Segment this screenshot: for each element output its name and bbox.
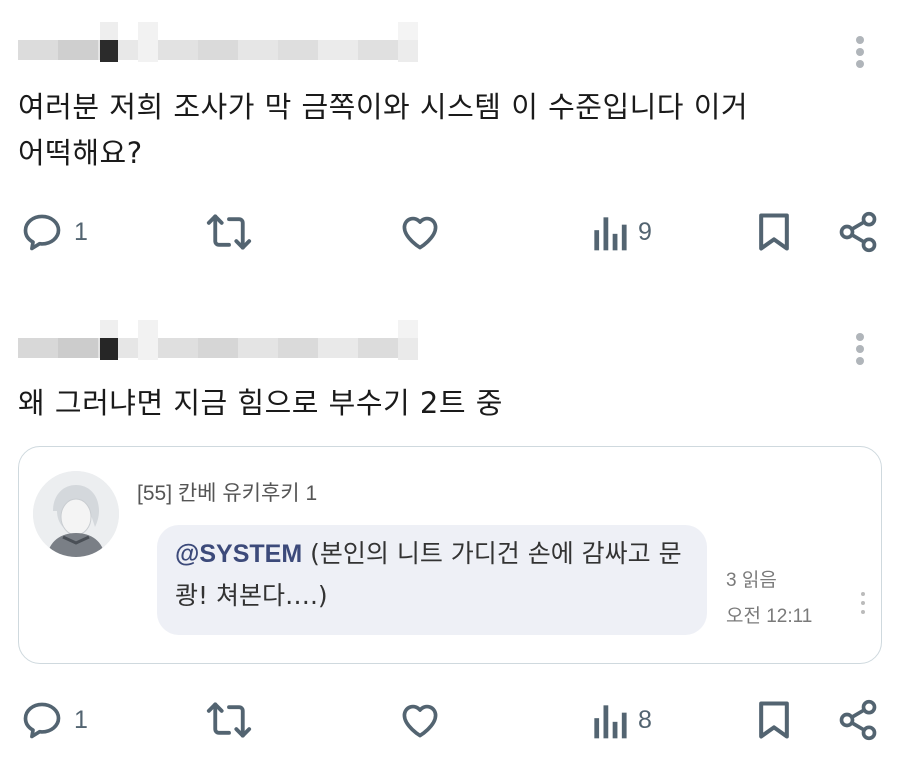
avatar	[33, 471, 119, 557]
retweet-icon	[205, 698, 253, 742]
reply-bubble-icon	[20, 698, 64, 742]
analytics-bars-icon	[590, 210, 628, 254]
post-text: 여러분 저희 조사가 막 금쪽이와 시스템 이 수준입니다 이거 어떡해요?	[18, 90, 749, 170]
bookmark-button[interactable]	[752, 690, 796, 750]
views-count: 9	[638, 217, 652, 246]
embedded-chat-image[interactable]: [55] 칸베 유키후키 1 @SYSTEM (본인의 니트 가디건 손에 감싸…	[18, 446, 882, 664]
reply-button[interactable]: 1	[20, 202, 88, 262]
like-button[interactable]	[397, 202, 443, 262]
share-icon	[836, 698, 880, 742]
reply-bubble-icon	[20, 210, 64, 254]
heart-icon	[397, 698, 443, 742]
like-button[interactable]	[397, 690, 443, 750]
chat-sender-name: [55] 칸베 유키후키 1	[137, 482, 318, 505]
bookmark-icon	[752, 698, 796, 742]
message-time: 오전 12:11	[726, 606, 813, 627]
retweet-button[interactable]	[205, 690, 253, 750]
analytics-bars-icon	[590, 698, 628, 742]
chat-bubble: @SYSTEM (본인의 니트 가디건 손에 감싸고 문 쾅! 쳐본다….)	[157, 525, 707, 635]
share-icon	[836, 210, 880, 254]
more-vertical-icon[interactable]	[854, 330, 866, 370]
views-count: 8	[638, 705, 652, 734]
read-receipt: 3 읽음	[726, 570, 777, 591]
chat-message: @SYSTEM (본인의 니트 가디건 손에 감싸고 문 쾅! 쳐본다….)	[175, 533, 695, 617]
bookmark-icon	[752, 210, 796, 254]
views-button[interactable]: 9	[590, 202, 652, 262]
retweet-button[interactable]	[205, 202, 253, 262]
reply-count: 1	[74, 705, 88, 734]
post-text: 왜 그러냐면 지금 힘으로 부수기 2트 중	[18, 386, 503, 420]
post-2[interactable]: 왜 그러냐면 지금 힘으로 부수기 2트 중 [55] 칸베 유키후키 1 @S…	[0, 300, 918, 778]
heart-icon	[397, 210, 443, 254]
post-1[interactable]: 여러분 저희 조사가 막 금쪽이와 시스템 이 수준입니다 이거 어떡해요? 1…	[0, 0, 918, 290]
more-vertical-icon[interactable]	[854, 33, 866, 73]
share-button[interactable]	[836, 690, 880, 750]
post-actions: 1 9	[0, 202, 918, 262]
post-actions: 1 8	[0, 690, 918, 750]
reply-count: 1	[74, 217, 88, 246]
blurred-username	[18, 22, 418, 68]
blurred-username	[18, 318, 418, 364]
more-vertical-icon	[859, 592, 867, 619]
retweet-icon	[205, 210, 253, 254]
bookmark-button[interactable]	[752, 202, 796, 262]
mention-tag: @SYSTEM	[175, 540, 303, 568]
reply-button[interactable]: 1	[20, 690, 88, 750]
share-button[interactable]	[836, 202, 880, 262]
views-button[interactable]: 8	[590, 690, 652, 750]
